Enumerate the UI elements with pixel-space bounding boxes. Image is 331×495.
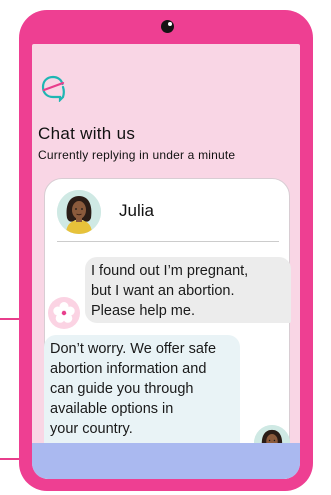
agent-name: Julia bbox=[119, 201, 154, 220]
agent-avatar bbox=[57, 190, 101, 234]
chat-header-divider bbox=[57, 241, 279, 242]
agent-message-line: Don’t worry. We offer safe bbox=[50, 341, 217, 357]
agent-portrait-icon bbox=[57, 190, 101, 234]
user-message-line: Please help me. bbox=[91, 303, 195, 319]
chat-title: Chat with us bbox=[38, 124, 136, 143]
user-message-bubble: I found out I’m pregnant, but I want an … bbox=[85, 257, 291, 323]
user-message-line: I found out I’m pregnant, bbox=[91, 263, 249, 279]
agent-message-line: abortion information and bbox=[50, 361, 207, 377]
phone-frame: Chat with us Currently replying in under… bbox=[19, 10, 313, 491]
agent-message-line: can guide you through bbox=[50, 381, 194, 397]
agent-message-bubble: Don’t worry. We offer safe abortion info… bbox=[44, 335, 240, 457]
flower-icon bbox=[53, 302, 75, 323]
chat-subtitle: Currently replying in under a minute bbox=[38, 148, 236, 162]
chat-header: Julia bbox=[45, 179, 289, 241]
user-message-line: but I want an abortion. bbox=[91, 283, 235, 299]
user-avatar bbox=[48, 297, 80, 329]
chat-window: Julia I found out I’m pregnant, but I wa… bbox=[44, 178, 291, 479]
agent-message-line: your country. bbox=[50, 421, 133, 437]
camera-icon bbox=[161, 20, 174, 33]
agent-message-line: available options in bbox=[50, 401, 174, 417]
chat-screen: Chat with us Currently replying in under… bbox=[32, 44, 300, 479]
chat-bubble-logo-icon bbox=[41, 75, 65, 102]
chat-input-bar[interactable] bbox=[32, 443, 300, 479]
